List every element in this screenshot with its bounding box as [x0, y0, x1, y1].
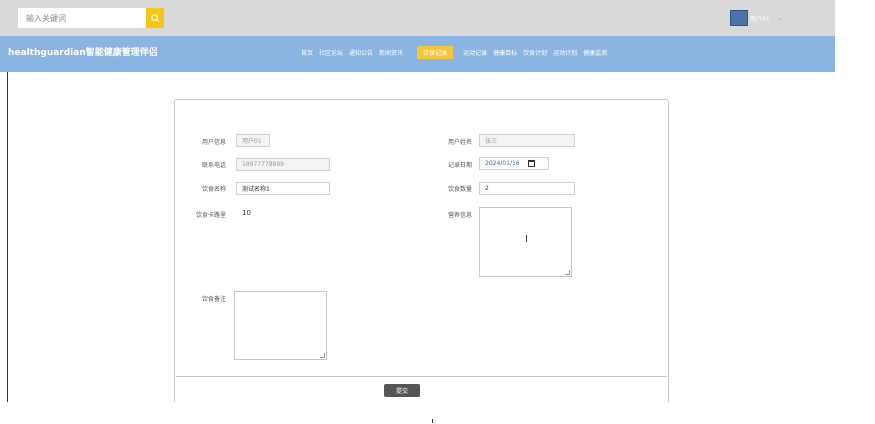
avatar	[730, 10, 748, 26]
nav-notice[interactable]: 通知公告	[349, 48, 373, 57]
nav-forum[interactable]: 社区论坛	[319, 48, 343, 57]
date-label: 记录日期	[448, 162, 473, 169]
remark-textarea[interactable]	[234, 291, 327, 360]
nav-health-goal[interactable]: 健康目标	[493, 48, 517, 57]
top-bar: 用户01 ⌄	[0, 0, 835, 36]
main-nav: 首页 社区论坛 通知公告 新闻资讯 饮食记录 运动记录 健康目标 饮食计划 运动…	[301, 46, 613, 59]
brand-title: healthguardian智能健康管理伴侣	[8, 48, 158, 58]
calendar-icon[interactable]	[527, 160, 535, 167]
calorie-value: 10	[242, 209, 251, 217]
nav-diet-plan[interactable]: 饮食计划	[523, 48, 547, 57]
page-mark	[432, 419, 433, 423]
search-button[interactable]	[146, 8, 164, 28]
food-label: 饮食名称	[202, 186, 227, 193]
nav-exercise-plan[interactable]: 运动计划	[553, 48, 577, 57]
search-input[interactable]	[18, 8, 146, 28]
nav-exercise-record[interactable]: 运动记录	[463, 48, 487, 57]
nav-diet-record[interactable]: 饮食记录	[417, 46, 454, 59]
phone-field[interactable]: 18977778899	[236, 158, 330, 171]
username-field[interactable]: 用户01	[236, 134, 270, 147]
search-box	[18, 8, 164, 28]
remark-label: 饮食备注	[202, 296, 227, 303]
chevron-down-icon: ⌄	[777, 14, 783, 22]
nav-health-monitor[interactable]: 健康监测	[583, 48, 607, 57]
submit-button[interactable]: 提交	[384, 384, 420, 397]
nutrition-label: 营养信息	[448, 212, 473, 219]
page: 用户01 ⌄ healthguardian智能健康管理伴侣 首页 社区论坛 通知…	[0, 0, 875, 424]
resize-handle-icon[interactable]	[320, 353, 325, 358]
form-footer-divider	[176, 376, 667, 377]
date-field[interactable]: 2024/01/16	[479, 157, 549, 170]
qty-field[interactable]: 2	[479, 182, 575, 195]
nav-home[interactable]: 首页	[301, 48, 313, 57]
text-cursor-icon: I	[525, 234, 528, 245]
resize-handle-icon[interactable]	[565, 270, 570, 275]
phone-label: 联系电话	[202, 162, 227, 169]
search-icon	[150, 13, 160, 23]
left-divider	[7, 72, 8, 402]
calorie-label: 饮食卡路里	[196, 212, 227, 219]
realname-field[interactable]: 张三	[479, 134, 575, 147]
food-field[interactable]: 测试名称1	[236, 182, 330, 195]
user-menu[interactable]: 用户01 ⌄	[730, 10, 783, 26]
qty-label: 饮食数量	[448, 186, 473, 193]
username-label: 用户信息	[202, 139, 227, 146]
nav-news[interactable]: 新闻资讯	[379, 48, 403, 57]
realname-label: 用户姓名	[448, 139, 473, 146]
user-name: 用户01	[750, 15, 770, 23]
